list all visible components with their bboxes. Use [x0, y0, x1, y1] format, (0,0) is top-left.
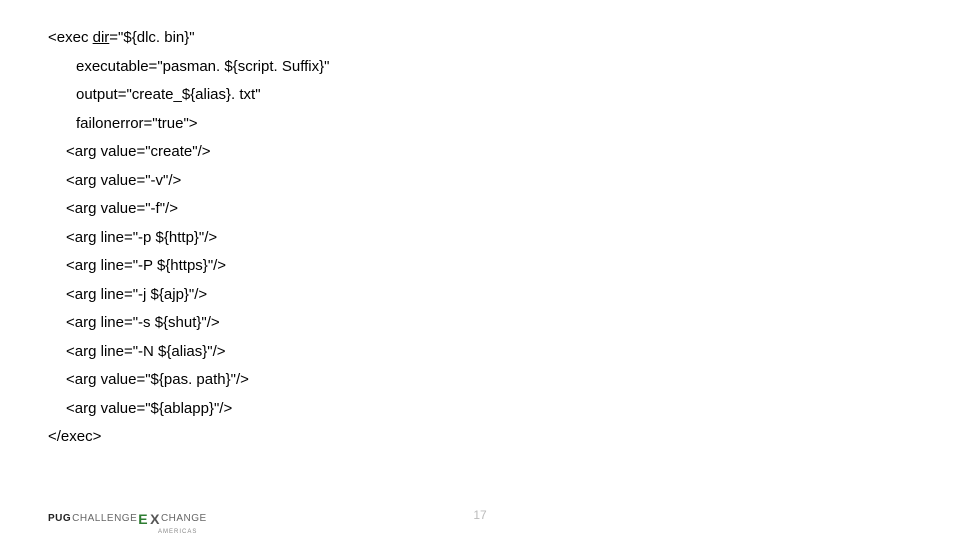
page-number: 17	[473, 508, 486, 522]
code-line: <arg line="-p ${http}"/>	[48, 224, 912, 253]
code-line: executable="pasman. ${script. Suffix}"	[48, 53, 912, 82]
code-line: <arg line="-P ${https}"/>	[48, 252, 912, 281]
logo-pug: PUG	[48, 513, 71, 524]
code-line: <arg line="-N ${alias}"/>	[48, 338, 912, 367]
logo-e: E	[138, 511, 148, 527]
code-line: <arg line="-j ${ajp}"/>	[48, 281, 912, 310]
code-line: output="create_${alias}. txt"	[48, 81, 912, 110]
code-line: <arg value="-v"/>	[48, 167, 912, 196]
logo-sub: AMERICAS	[158, 529, 197, 535]
footer: PUG CHALLENGE E X CHANGE AMERICAS 17	[0, 496, 960, 526]
logo: PUG CHALLENGE E X CHANGE AMERICAS	[48, 510, 207, 526]
logo-change: CHANGE	[161, 513, 207, 524]
code-line: </exec>	[48, 423, 912, 452]
logo-challenge: CHALLENGE	[72, 513, 137, 524]
code-line: <exec dir="${dlc. bin}"	[48, 24, 912, 53]
code-line: <arg line="-s ${shut}"/>	[48, 309, 912, 338]
logo-x: X	[150, 511, 160, 527]
code-line: <arg value="${pas. path}"/>	[48, 366, 912, 395]
code-block: <exec dir="${dlc. bin}"executable="pasma…	[48, 24, 912, 452]
code-line: failonerror="true">	[48, 110, 912, 139]
code-line: <arg value="${ablapp}"/>	[48, 395, 912, 424]
code-line: <arg value="-f"/>	[48, 195, 912, 224]
code-line: <arg value="create"/>	[48, 138, 912, 167]
